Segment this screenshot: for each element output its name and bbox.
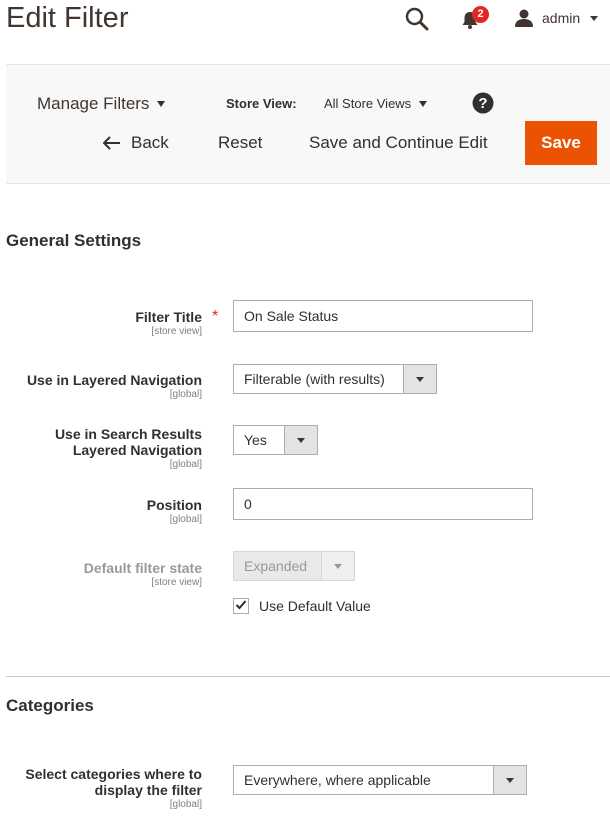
manage-filters-label: Manage Filters — [37, 94, 150, 113]
position-label: Position — [146, 497, 202, 513]
layered-navigation-select[interactable]: Filterable (with results) — [233, 364, 437, 394]
search-nav-label-line1: Use in Search Results — [54, 426, 202, 442]
notification-badge: 2 — [472, 6, 489, 23]
save-and-continue-button[interactable]: Save and Continue Edit — [309, 133, 488, 153]
categories-select[interactable]: Everywhere, where applicable — [233, 765, 527, 795]
filter-title-scope: [store view] — [151, 326, 202, 337]
user-icon — [515, 9, 533, 27]
chevron-down-icon — [334, 563, 342, 569]
checkmark-icon — [235, 600, 247, 610]
search-nav-label-line2: Layered Navigation — [72, 442, 202, 458]
filter-title-input[interactable] — [233, 300, 533, 332]
categories-value: Everywhere, where applicable — [244, 772, 431, 788]
position-scope: [global] — [169, 514, 202, 525]
chevron-down-icon — [506, 777, 514, 783]
help-icon[interactable]: ? — [472, 92, 494, 114]
store-view-label: Store View: — [226, 96, 297, 111]
search-nav-value: Yes — [244, 432, 267, 448]
store-view-switcher[interactable]: All Store Views — [324, 96, 428, 111]
use-default-checkbox[interactable] — [233, 598, 249, 614]
select-arrow — [321, 552, 354, 580]
layered-navigation-scope: [global] — [169, 389, 202, 400]
layered-navigation-label: Use in Layered Navigation — [26, 372, 202, 388]
select-arrow — [403, 365, 436, 393]
section-title-general-settings: General Settings — [6, 231, 142, 250]
use-default-label: Use Default Value — [259, 598, 371, 614]
default-state-label: Default filter state — [83, 560, 202, 576]
svg-text:?: ? — [478, 95, 487, 112]
layered-navigation-value: Filterable (with results) — [244, 371, 385, 387]
chevron-down-icon — [297, 437, 305, 443]
categories-label-line1: Select categories where to — [25, 766, 202, 782]
search-icon[interactable] — [404, 6, 430, 32]
categories-scope: [global] — [169, 799, 202, 810]
store-view-value: All Store Views — [324, 96, 412, 111]
select-arrow — [493, 766, 526, 794]
page-actions-panel — [6, 64, 610, 184]
default-state-value: Expanded — [244, 558, 308, 574]
save-button[interactable]: Save — [525, 121, 597, 165]
section-title-categories: Categories — [6, 696, 94, 715]
search-nav-select[interactable]: Yes — [233, 425, 318, 455]
chevron-down-icon — [416, 376, 424, 382]
section-divider — [6, 676, 610, 677]
back-label: Back — [131, 133, 169, 152]
filter-title-label: Filter Title — [135, 309, 202, 325]
select-arrow — [284, 426, 317, 454]
position-input[interactable] — [233, 488, 533, 520]
notifications-button[interactable]: 2 — [458, 6, 490, 34]
default-state-select: Expanded — [233, 551, 355, 581]
search-nav-scope: [global] — [169, 459, 202, 470]
chevron-down-icon — [157, 101, 166, 107]
back-button[interactable]: Back — [103, 133, 169, 153]
required-asterisk: * — [212, 308, 219, 325]
page-title: Edit Filter — [6, 2, 129, 34]
reset-button[interactable]: Reset — [218, 133, 262, 153]
arrow-left-icon — [103, 136, 120, 150]
manage-filters-dropdown[interactable]: Manage Filters — [37, 94, 166, 114]
chevron-down-icon — [590, 15, 599, 21]
user-menu[interactable]: admin — [514, 8, 599, 28]
user-name: admin — [542, 10, 581, 26]
default-state-scope: [store view] — [151, 577, 202, 588]
use-default-row[interactable]: Use Default Value — [233, 598, 371, 614]
chevron-down-icon — [419, 100, 428, 107]
categories-label-line2: display the filter — [94, 782, 202, 798]
